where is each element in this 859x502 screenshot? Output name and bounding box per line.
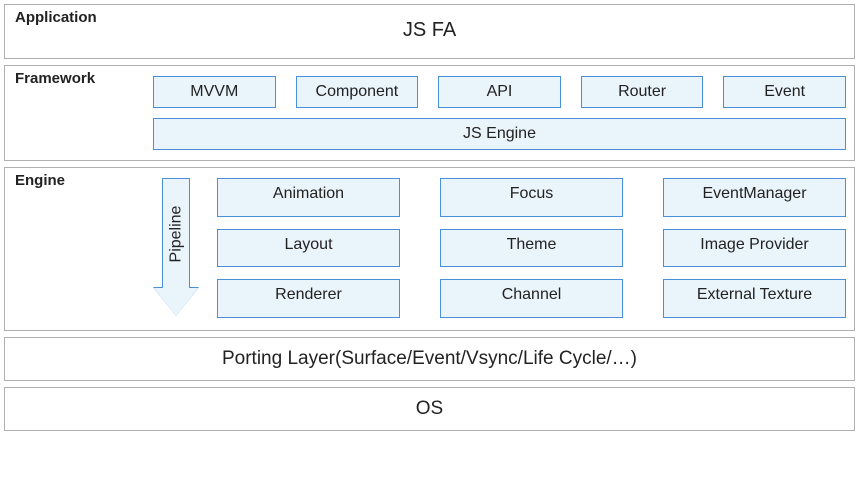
engine-box-renderer: Renderer xyxy=(217,279,400,318)
pipeline-label: Pipeline xyxy=(167,205,185,262)
framework-box-api: API xyxy=(438,76,561,108)
engine-box-theme: Theme xyxy=(440,229,623,268)
porting-layer-title: Porting Layer(Surface/Event/Vsync/Life C… xyxy=(222,348,637,369)
framework-label: Framework xyxy=(15,70,95,87)
application-label: Application xyxy=(15,9,97,26)
engine-box-eventmanager: EventManager xyxy=(663,178,846,217)
engine-box-channel: Channel xyxy=(440,279,623,318)
framework-box-mvvm: MVVM xyxy=(153,76,276,108)
application-title: JS FA xyxy=(13,11,846,50)
os-layer: OS xyxy=(4,387,855,431)
pipeline-arrow-icon: Pipeline xyxy=(154,178,198,318)
framework-box-event: Event xyxy=(723,76,846,108)
framework-row-top: MVVM Component API Router Event xyxy=(153,76,846,108)
engine-box-focus: Focus xyxy=(440,178,623,217)
engine-label: Engine xyxy=(15,172,65,189)
framework-box-router: Router xyxy=(581,76,704,108)
engine-box-externaltexture: External Texture xyxy=(663,279,846,318)
engine-grid: Animation Focus EventManager Layout Them… xyxy=(217,178,846,318)
framework-layer: Framework MVVM Component API Router Even… xyxy=(4,65,855,161)
pipeline-arrow-container: Pipeline xyxy=(153,178,199,318)
application-layer: Application JS FA xyxy=(4,4,855,59)
engine-layer: Engine Pipeline Animation Focus EventMan… xyxy=(4,167,855,331)
framework-box-component: Component xyxy=(296,76,419,108)
engine-box-layout: Layout xyxy=(217,229,400,268)
engine-box-imageprovider: Image Provider xyxy=(663,229,846,268)
framework-box-jsengine: JS Engine xyxy=(153,118,846,150)
porting-layer: Porting Layer(Surface/Event/Vsync/Life C… xyxy=(4,337,855,381)
framework-row-bottom: JS Engine xyxy=(153,118,846,150)
os-title: OS xyxy=(416,398,443,419)
engine-box-animation: Animation xyxy=(217,178,400,217)
